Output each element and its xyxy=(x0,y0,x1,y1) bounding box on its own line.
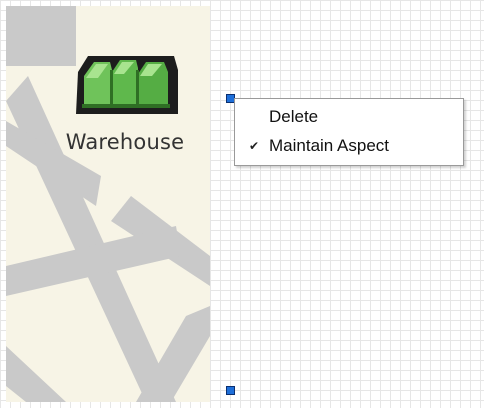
menu-item-maintain-aspect[interactable]: ✔ Maintain Aspect xyxy=(235,133,463,159)
resize-handle-bottom[interactable] xyxy=(226,386,235,395)
menu-item-delete-label: Delete xyxy=(269,107,319,126)
warehouse-icon[interactable] xyxy=(74,50,180,120)
context-menu: Delete ✔ Maintain Aspect xyxy=(234,98,464,166)
warehouse-label: Warehouse xyxy=(65,130,185,154)
checkmark-icon: ✔ xyxy=(249,139,260,153)
menu-item-delete[interactable]: Delete xyxy=(235,104,463,130)
menu-item-maintain-aspect-label: Maintain Aspect xyxy=(269,136,390,155)
